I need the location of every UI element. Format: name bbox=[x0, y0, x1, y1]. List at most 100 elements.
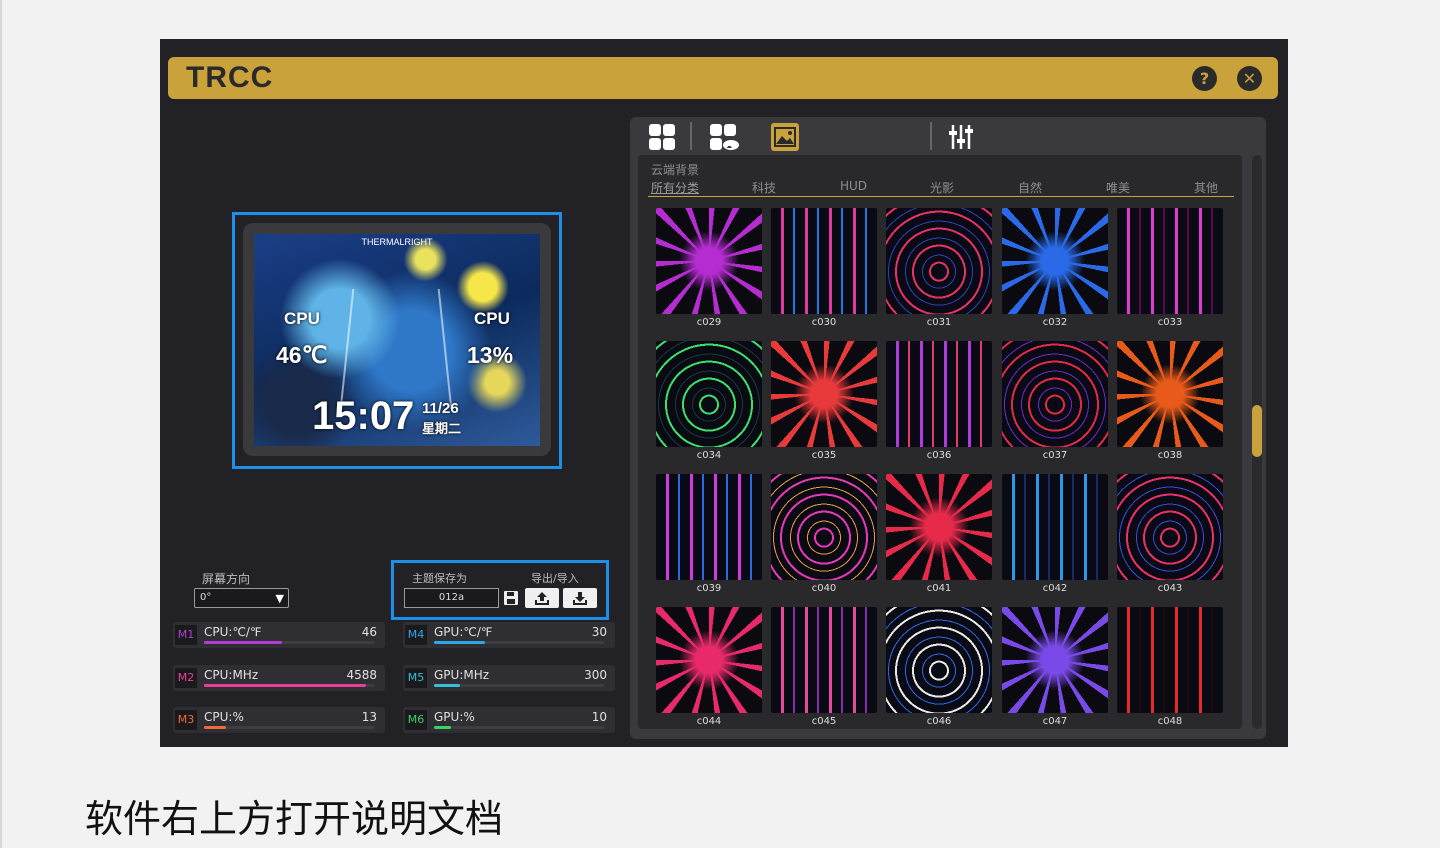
background-thumbnail[interactable] bbox=[771, 208, 877, 314]
background-thumbnail[interactable] bbox=[1002, 474, 1108, 580]
scroll-thumb[interactable] bbox=[1252, 405, 1262, 457]
toolbar-separator bbox=[930, 122, 932, 150]
thumbnail-label: c034 bbox=[696, 450, 722, 461]
background-thumbnail[interactable] bbox=[656, 208, 762, 314]
page-caption: 软件右上方打开说明文档 bbox=[85, 797, 504, 841]
theme-name-input[interactable]: 012a bbox=[404, 588, 499, 608]
thumbnail-label: c048 bbox=[1157, 716, 1183, 727]
category-tab-tech[interactable]: 科技 bbox=[752, 179, 776, 196]
monitor-value: 13 bbox=[361, 710, 377, 724]
background-thumbnail[interactable] bbox=[771, 607, 877, 713]
orientation-value: 0° bbox=[200, 592, 212, 603]
grid-icon[interactable] bbox=[648, 123, 676, 151]
cloud-grid-icon[interactable]: ☁ bbox=[709, 123, 739, 151]
preview-divider-left bbox=[339, 289, 355, 409]
preview-cpu-label: CPU bbox=[284, 309, 320, 328]
monitor-track bbox=[204, 726, 374, 729]
monitor-value: 4588 bbox=[346, 668, 377, 682]
lcd-preview-frame: THERMALRIGHT CPU 46℃ CPU 13% 15:07 11/26… bbox=[243, 223, 551, 456]
background-thumbnail[interactable] bbox=[1002, 208, 1108, 314]
preview-cpu-usage: 13% bbox=[467, 342, 514, 368]
monitor-m4[interactable]: M4 GPU:℃/℉ 30 bbox=[403, 622, 615, 648]
preview-cpu-temp: 46℃ bbox=[276, 342, 328, 368]
lcd-preview-screen[interactable]: THERMALRIGHT CPU 46℃ CPU 13% 15:07 11/26… bbox=[254, 234, 540, 446]
monitor-bar bbox=[204, 684, 366, 687]
background-thumbnail[interactable] bbox=[1002, 607, 1108, 713]
monitor-m1[interactable]: M1 CPU:℃/℉ 46 bbox=[173, 622, 385, 648]
background-thumbnail[interactable] bbox=[656, 607, 762, 713]
close-icon: ✕ bbox=[1242, 69, 1257, 88]
preview-divider-right bbox=[437, 289, 453, 409]
export-button[interactable] bbox=[525, 588, 559, 608]
thumbnail-label: c043 bbox=[1157, 583, 1183, 594]
background-thumbnail[interactable] bbox=[1117, 341, 1223, 447]
background-thumbnail[interactable] bbox=[886, 607, 992, 713]
save-theme-button[interactable] bbox=[501, 588, 521, 608]
close-button[interactable]: ✕ bbox=[1237, 66, 1262, 91]
background-thumbnail[interactable] bbox=[1002, 341, 1108, 447]
thumbnail-label: c031 bbox=[926, 317, 952, 328]
category-tab-other[interactable]: 其他 bbox=[1194, 179, 1218, 196]
help-button[interactable]: ? bbox=[1192, 66, 1217, 91]
background-thumbnail[interactable] bbox=[886, 208, 992, 314]
thumbnail-label: c037 bbox=[1042, 450, 1068, 461]
thumbnail-label: c046 bbox=[926, 716, 952, 727]
preview-time: 15:07 bbox=[312, 394, 415, 438]
orientation-select[interactable]: 0° ▼ bbox=[194, 588, 289, 608]
gallery-scrollbar[interactable] bbox=[1252, 155, 1262, 729]
preview-date: 11/26 bbox=[422, 400, 459, 417]
page: TRCC ? ✕ THERMALRIGHT CPU 46℃ CPU 13% 15… bbox=[0, 0, 1440, 848]
monitor-bar bbox=[434, 641, 485, 644]
category-tab-aesthetic[interactable]: 唯美 bbox=[1106, 179, 1130, 196]
title-bar: TRCC ? ✕ bbox=[168, 57, 1278, 99]
app-title: TRCC bbox=[186, 61, 274, 94]
monitor-m2[interactable]: M2 CPU:MHz 4588 bbox=[173, 665, 385, 691]
gallery-section-title: 云端背景 bbox=[651, 163, 700, 177]
category-tab-all[interactable]: 所有分类 bbox=[651, 179, 699, 196]
category-tab-hud[interactable]: HUD bbox=[840, 179, 867, 193]
background-thumbnail[interactable] bbox=[1117, 208, 1223, 314]
monitor-m3[interactable]: M3 CPU:% 13 bbox=[173, 707, 385, 733]
background-thumbnail[interactable] bbox=[1117, 607, 1223, 713]
preview-highlight: THERMALRIGHT CPU 46℃ CPU 13% 15:07 11/26… bbox=[232, 212, 562, 469]
monitor-bar bbox=[204, 726, 226, 729]
background-thumbnail[interactable] bbox=[771, 474, 877, 580]
monitor-name: CPU:℃/℉ bbox=[204, 625, 262, 639]
thumbnail-label: c038 bbox=[1157, 450, 1183, 461]
svg-text:☁: ☁ bbox=[726, 143, 732, 150]
monitor-m6[interactable]: M6 GPU:% 10 bbox=[403, 707, 615, 733]
help-icon: ? bbox=[1199, 69, 1210, 88]
thumbnail-label: c029 bbox=[696, 317, 722, 328]
preview-weekday: 星期二 bbox=[422, 421, 462, 436]
background-thumbnail[interactable] bbox=[656, 341, 762, 447]
monitor-value: 46 bbox=[361, 625, 377, 639]
background-thumbnail[interactable] bbox=[886, 474, 992, 580]
image-icon[interactable] bbox=[771, 123, 799, 151]
thumbnail-label: c040 bbox=[811, 583, 837, 594]
thumbnail-label: c030 bbox=[811, 317, 837, 328]
monitor-tag: M3 bbox=[175, 710, 197, 730]
monitor-bar bbox=[434, 684, 460, 687]
trcc-window: TRCC ? ✕ THERMALRIGHT CPU 46℃ CPU 13% 15… bbox=[160, 39, 1288, 747]
monitor-value: 300 bbox=[584, 668, 607, 682]
monitor-tag: M5 bbox=[405, 668, 427, 688]
sliders-icon[interactable] bbox=[947, 123, 975, 151]
background-thumbnail[interactable] bbox=[656, 474, 762, 580]
monitor-m5[interactable]: M5 GPU:MHz 300 bbox=[403, 665, 615, 691]
floppy-icon bbox=[504, 591, 518, 605]
import-button[interactable] bbox=[563, 588, 597, 608]
thumbnail-label: c044 bbox=[696, 716, 722, 727]
monitor-tag: M6 bbox=[405, 710, 427, 730]
theme-save-label: 主题保存为 bbox=[412, 572, 467, 585]
background-thumbnail[interactable] bbox=[771, 341, 877, 447]
thumbnail-label: c042 bbox=[1042, 583, 1068, 594]
background-thumbnail[interactable] bbox=[886, 341, 992, 447]
category-underline bbox=[648, 196, 1234, 197]
category-tab-light[interactable]: 光影 bbox=[930, 179, 954, 196]
monitor-track bbox=[434, 726, 604, 729]
monitor-name: GPU:% bbox=[434, 710, 475, 724]
category-tab-nature[interactable]: 自然 bbox=[1018, 179, 1042, 196]
thumbnail-label: c032 bbox=[1042, 317, 1068, 328]
background-gallery-panel: ☁ 云端背景 所有分类 科技 HUD 光影 自然 唯美 其他 c029 c030 c… bbox=[630, 117, 1266, 739]
background-thumbnail[interactable] bbox=[1117, 474, 1223, 580]
